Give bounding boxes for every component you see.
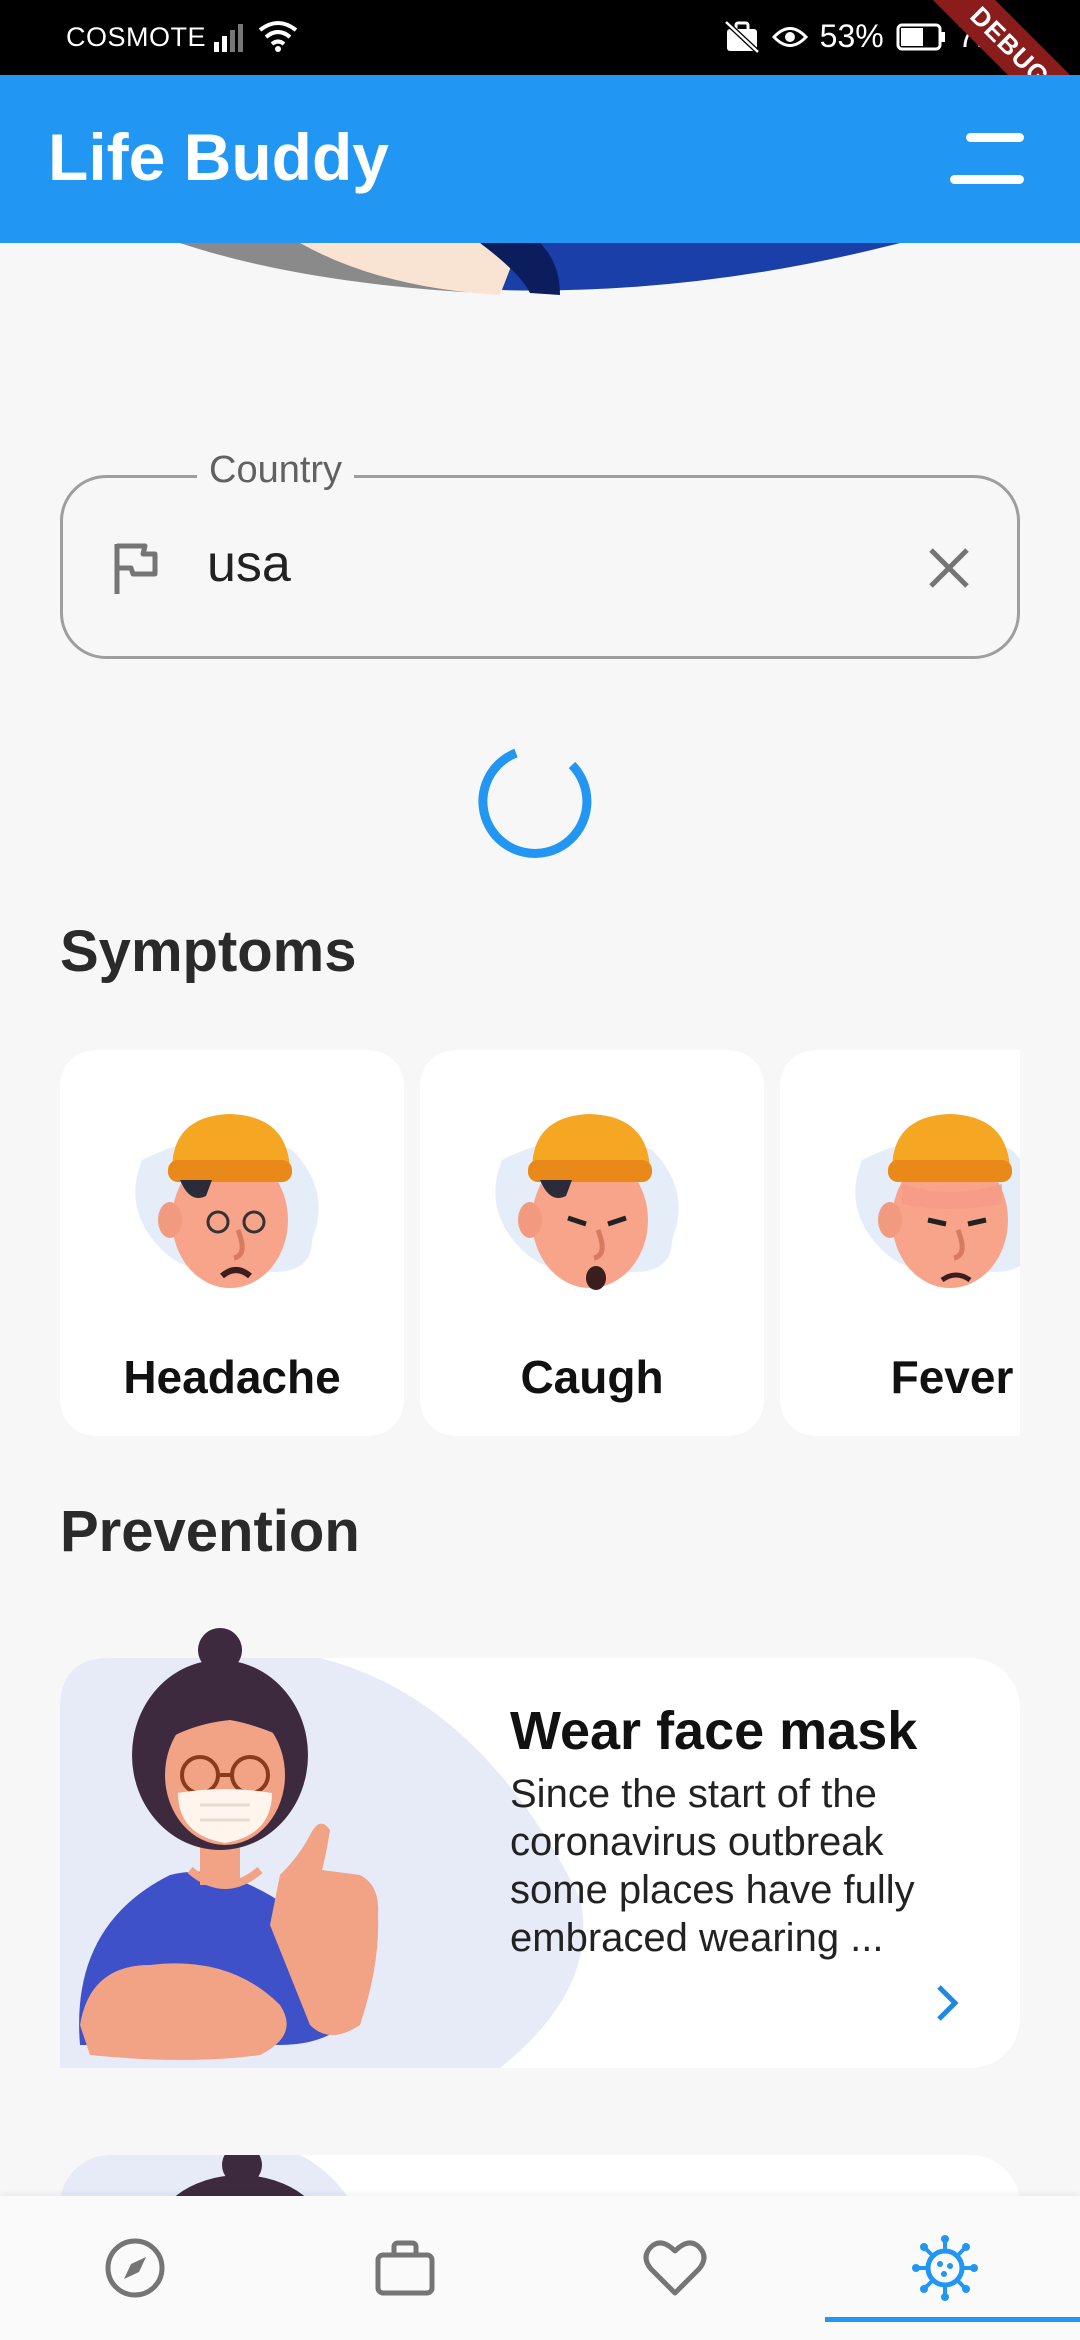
symptoms-list[interactable]: Headache Caugh Fever <box>60 1050 1020 1438</box>
wifi-icon <box>258 21 298 52</box>
prevention-card-description: Since the start of the coronavirus outbr… <box>510 1772 915 1960</box>
woman-mask-illustration <box>79 1628 379 2060</box>
compass-icon <box>105 2238 165 2298</box>
eye-icon <box>771 26 808 47</box>
nav-tab-health[interactable] <box>540 2196 810 2340</box>
country-input[interactable]: Country usa <box>60 449 1020 659</box>
country-value[interactable]: usa <box>207 534 291 594</box>
symptom-card-headache[interactable]: Headache <box>60 1050 404 1436</box>
prevention-title: Prevention <box>60 1499 360 1564</box>
symptom-label: Caugh <box>520 1351 664 1403</box>
symptom-label: Headache <box>123 1351 341 1403</box>
menu-icon[interactable] <box>950 133 1024 189</box>
nav-tab-explore[interactable] <box>0 2196 270 2340</box>
nav-tab-work[interactable] <box>270 2196 540 2340</box>
symptoms-title: Symptoms <box>60 919 357 984</box>
hero-illustration <box>0 243 1080 303</box>
active-tab-indicator <box>825 2317 1080 2322</box>
battery-percent: 53% <box>819 18 884 54</box>
symptom-card-fever[interactable]: Fever <box>780 1050 1020 1436</box>
app-bar: Life Buddy <box>0 75 1080 243</box>
briefcase-icon <box>375 2240 435 2296</box>
loading-spinner <box>478 748 592 858</box>
prevention-card-title: Wear face mask <box>510 1701 918 1761</box>
symptom-label: Fever <box>890 1351 1014 1403</box>
country-label: Country <box>197 449 355 492</box>
cough-illustration <box>495 1114 679 1290</box>
status-bar: COSMOTE 53% 7:17 DEBUG <box>0 0 1080 161</box>
heart-icon <box>643 2240 707 2296</box>
battery-icon <box>896 23 945 50</box>
bottom-navigation <box>0 2196 1080 2340</box>
signal-icon <box>214 24 243 52</box>
no-briefcase-icon <box>723 19 760 54</box>
app-title: Life Buddy <box>48 120 389 194</box>
close-icon[interactable] <box>927 546 971 590</box>
symptom-card-caugh[interactable]: Caugh <box>420 1050 764 1436</box>
headache-illustration <box>135 1114 319 1288</box>
flag-icon <box>114 543 158 594</box>
fever-illustration <box>855 1114 1020 1288</box>
carrier-name: COSMOTE <box>66 22 207 52</box>
virus-icon <box>912 2235 978 2301</box>
chevron-right-icon[interactable] <box>935 1983 961 2023</box>
